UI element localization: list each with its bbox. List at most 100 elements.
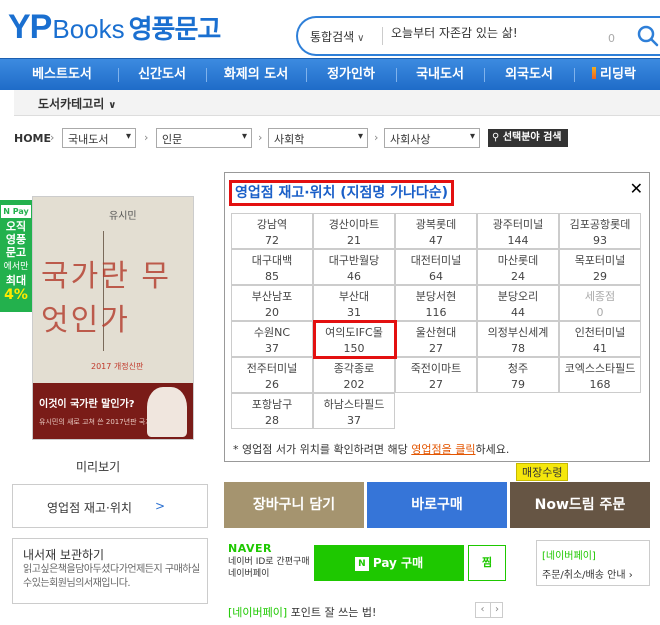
- nav-item-price-cut[interactable]: 정가인하: [310, 59, 392, 91]
- store-stock-count: 31: [347, 306, 361, 319]
- naver-pay-row: NAVER 네이버 ID로 간편구매 네이버페이 N Pay 구매 찜 [네이버페이…: [224, 538, 650, 588]
- search-input[interactable]: 오늘부터 자존감 있는 삶!: [391, 24, 518, 41]
- category-select-4[interactable]: 사회사상 ▾: [384, 128, 480, 148]
- preview-link[interactable]: 미리보기: [76, 458, 120, 475]
- store-stock-count: 27: [429, 378, 443, 391]
- chevron-down-icon: ▾: [241, 131, 247, 142]
- store-cell[interactable]: 분당오리 44: [477, 285, 559, 321]
- next-arrow-icon[interactable]: ›: [490, 603, 503, 617]
- book-cover[interactable]: 유시민 국가란 무엇인가 2017 개정신판 이것이 국가란 말인가? 유시민의…: [32, 196, 194, 440]
- popup-title: 영업점 재고·위치 (지점명 가나다순): [235, 185, 449, 201]
- store-stock-button[interactable]: 영업점 재고·위치 >: [12, 484, 208, 528]
- naver-info-title: [네이버페이]: [542, 551, 596, 562]
- cover-band-headline: 이것이 국가란 말인가?: [39, 399, 135, 410]
- store-stock-count: 29: [593, 270, 607, 283]
- store-cell[interactable]: 죽전이마트 27: [395, 357, 477, 393]
- category-select-1[interactable]: 국내도서 ▾: [62, 128, 136, 148]
- nav-item-bestseller[interactable]: 베스트도서: [12, 59, 112, 91]
- buy-now-button[interactable]: 바로구매: [367, 482, 507, 528]
- naver-desc-line-2: 네이버페이: [228, 569, 270, 579]
- pickup-tag: 매장수령: [516, 463, 569, 481]
- npay-promo-badge[interactable]: N Pay 오직 영풍 문고 에서만 최대 4%: [0, 200, 32, 312]
- add-to-cart-button[interactable]: 장바구니 담기: [224, 482, 364, 528]
- naver-pay-button[interactable]: N Pay 구매: [314, 545, 464, 581]
- store-stock-count: 46: [347, 270, 361, 283]
- naver-logo: NAVER: [228, 542, 272, 555]
- store-name: 죽전이마트: [410, 362, 462, 375]
- store-cell[interactable]: 인천터미널 41: [559, 321, 641, 357]
- site-logo[interactable]: YP Books 영풍문고: [8, 8, 222, 48]
- logo-korean: 영풍문고: [128, 15, 222, 45]
- search-icon[interactable]: [636, 24, 660, 48]
- promo-percent: 4%: [4, 287, 28, 303]
- close-icon[interactable]: ✕: [630, 179, 643, 198]
- chevron-down-icon: ▾: [357, 131, 363, 142]
- author-portrait: [147, 387, 187, 437]
- store-stock-count: 41: [593, 342, 607, 355]
- category-select-3[interactable]: 사회학 ▾: [268, 128, 368, 148]
- category-toggle-label: 도서카테고리: [38, 97, 105, 111]
- nav-item-hot[interactable]: 화제의 도서: [208, 59, 304, 91]
- store-cell[interactable]: 전주터미널 26: [231, 357, 313, 393]
- store-cell[interactable]: 부산대 31: [313, 285, 395, 321]
- category-toggle[interactable]: 도서카테고리 ∨: [38, 95, 116, 112]
- category-select-3-value: 사회학: [274, 133, 305, 146]
- store-cell[interactable]: 목포터미널 29: [559, 249, 641, 285]
- store-cell[interactable]: 종각종로 202: [313, 357, 395, 393]
- store-stock-count: 202: [343, 378, 365, 391]
- store-cell[interactable]: 대구대백 85: [231, 249, 313, 285]
- store-cell[interactable]: 김포공항롯데 93: [559, 213, 641, 249]
- store-stock-count: 37: [265, 342, 279, 355]
- store-name: 분당서현: [415, 290, 457, 303]
- chevron-right-icon: >: [155, 499, 166, 513]
- nav-divider: [574, 68, 575, 82]
- nav-item-reading-lock[interactable]: 리딩락: [578, 59, 650, 91]
- reading-lock-icon: [592, 67, 597, 79]
- store-stock-count: 47: [429, 234, 443, 247]
- nav-item-domestic[interactable]: 국내도서: [400, 59, 480, 91]
- store-cell[interactable]: 포항남구 28: [231, 393, 313, 429]
- chevron-down-icon: ∨: [357, 33, 365, 44]
- nav-item-foreign[interactable]: 외국도서: [488, 59, 570, 91]
- prev-arrow-icon[interactable]: ‹: [476, 603, 489, 617]
- search-category-select[interactable]: 통합검색 ∨: [310, 28, 365, 45]
- store-cell[interactable]: 분당서현 116: [395, 285, 477, 321]
- category-search-button[interactable]: ⚲ 선택분야 검색: [488, 129, 568, 147]
- category-select-2[interactable]: 인문 ▾: [156, 128, 252, 148]
- store-name: 광복롯데: [415, 218, 457, 231]
- logo-books: Books: [52, 14, 125, 44]
- store-stock-count: 64: [429, 270, 443, 283]
- naver-tip[interactable]: [네이버페이] 포인트 잘 쓰는 법!: [228, 604, 376, 620]
- store-stock-count: 168: [589, 378, 611, 391]
- store-stock-count: 72: [265, 234, 279, 247]
- store-cell[interactable]: 대구반월당 46: [313, 249, 395, 285]
- nav-item-new[interactable]: 신간도서: [122, 59, 202, 91]
- store-name: 대구반월당: [328, 254, 380, 267]
- store-click-link[interactable]: 영업점을 클릭: [411, 443, 475, 456]
- cover-edition: 2017 개정신판: [91, 362, 144, 371]
- promo-max: 최대: [5, 274, 27, 287]
- store-cell[interactable]: 강남역 72: [231, 213, 313, 249]
- breadcrumb-home[interactable]: HOME: [14, 132, 51, 145]
- naver-wishlist-button[interactable]: 찜: [468, 545, 506, 581]
- store-stock-label: 영업점 재고·위치: [47, 501, 132, 515]
- store-cell[interactable]: 하남스타필드 37: [313, 393, 395, 429]
- store-cell[interactable]: 광주터미널 144: [477, 213, 559, 249]
- store-stock-count: 78: [511, 342, 525, 355]
- store-cell[interactable]: 광복롯데 47: [395, 213, 477, 249]
- store-cell[interactable]: 부산남포 20: [231, 285, 313, 321]
- store-cell[interactable]: 청주 79: [477, 357, 559, 393]
- naver-pay-info[interactable]: [네이버페이] 주문/취소/배송 안내 ›: [536, 540, 650, 586]
- category-select-1-value: 국내도서: [68, 133, 109, 146]
- store-cell[interactable]: 마산롯데 24: [477, 249, 559, 285]
- store-cell[interactable]: 수원NC 37: [231, 321, 313, 357]
- store-cell[interactable]: 의정부신세계 78: [477, 321, 559, 357]
- store-cell[interactable]: 경산이마트 21: [313, 213, 395, 249]
- store-cell[interactable]: 코엑스스타필드 168: [559, 357, 641, 393]
- store-cell[interactable]: 세종점 0: [559, 285, 641, 321]
- store-cell[interactable]: 울산현대 27: [395, 321, 477, 357]
- my-library-box[interactable]: 내서재 보관하기 읽고싶은책을담아두셨다가언제든지 구매하실수있는회원님의서재입…: [12, 538, 208, 604]
- chevron-down-icon: ▾: [469, 131, 475, 142]
- store-cell[interactable]: 대전터미널 64: [395, 249, 477, 285]
- now-dream-order-button[interactable]: Now드림 주문: [510, 482, 650, 528]
